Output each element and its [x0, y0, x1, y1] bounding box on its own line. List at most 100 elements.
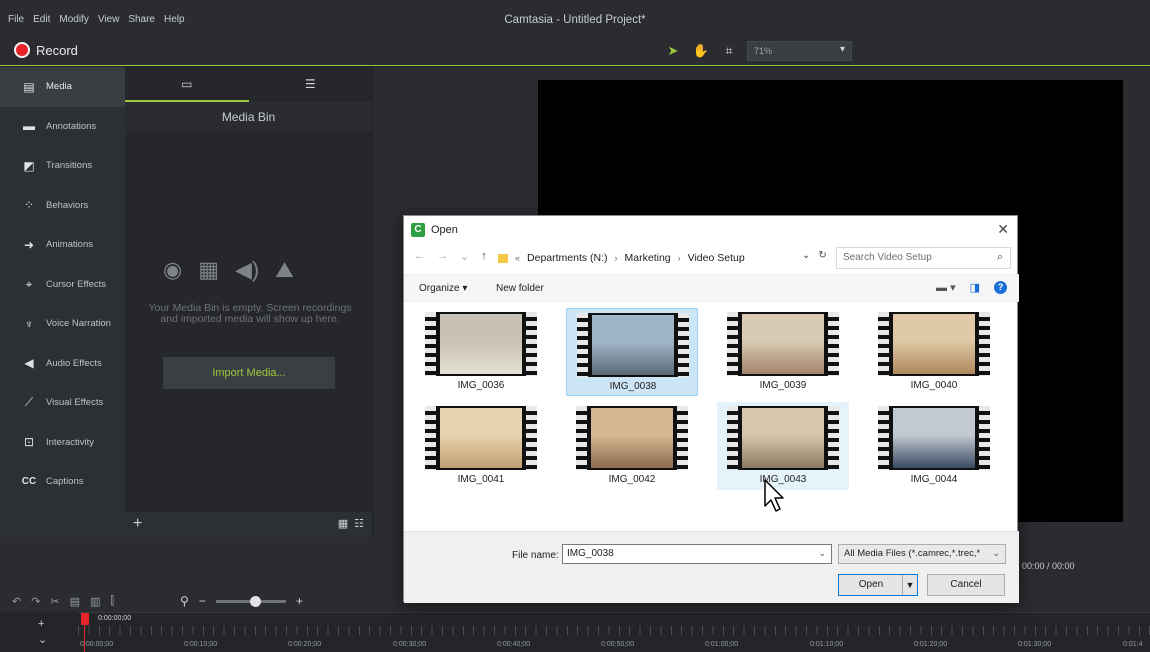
- file-type-select[interactable]: All Media Files (*.camrec,*.trec,* ⌄: [838, 544, 1006, 564]
- sidebar-item-transitions[interactable]: ◩ Transitions: [0, 146, 125, 186]
- file-item[interactable]: IMG_0038: [566, 308, 698, 396]
- breadcrumb-item-video-setup[interactable]: Video Setup: [688, 252, 745, 264]
- file-grid: IMG_0036 IMG_0038 IMG_0039 IMG_0040 IMG_0041…: [412, 306, 1012, 528]
- back-arrow-icon[interactable]: ←: [414, 250, 425, 263]
- sidebar-item-annotations[interactable]: ▬ Annotations: [0, 107, 125, 147]
- organize-button[interactable]: Organize ▾: [419, 283, 467, 294]
- sidebar-item-captions[interactable]: CC Captions: [0, 462, 125, 502]
- list-view-icon[interactable]: ☷: [354, 517, 364, 530]
- sidebar-item-animations[interactable]: ➜ Animations: [0, 225, 125, 265]
- film-strip-icon: ▭: [181, 77, 193, 91]
- library-list-icon: ☰: [304, 77, 316, 91]
- file-item[interactable]: IMG_0041: [415, 402, 547, 490]
- record-button[interactable]: Record: [14, 42, 78, 58]
- sidebar-item-media[interactable]: ▤ Media: [0, 67, 125, 107]
- tab-media-bin[interactable]: ▭: [125, 67, 249, 102]
- sidebar-item-behaviors[interactable]: ⁘ Behaviors: [0, 186, 125, 226]
- tab-library[interactable]: ☰: [249, 67, 373, 102]
- sidebar-item-voice-narration[interactable]: ♆ Voice Narration: [0, 304, 125, 344]
- sidebar-item-label: Voice Narration: [46, 318, 111, 330]
- time-ruler[interactable]: 0:00:00;00 0:00:00;00 0:00:10;00 0:00:20…: [78, 612, 1150, 652]
- ruler-label: 0:01:30;00: [1018, 641, 1052, 648]
- add-track-icon[interactable]: +: [18, 616, 47, 632]
- pointer-arrow-icon[interactable]: ➤: [663, 41, 683, 61]
- folder-icon: [498, 253, 508, 263]
- chevron-down-icon[interactable]: ⌄: [818, 548, 826, 559]
- open-button[interactable]: Open ▼: [838, 574, 918, 596]
- file-item[interactable]: IMG_0044: [868, 402, 1000, 490]
- recent-chevron-icon[interactable]: ⌄: [460, 250, 469, 263]
- thumbnail-image: [440, 314, 522, 374]
- cut-icon[interactable]: ✂: [50, 595, 59, 608]
- thumbnail-image: [440, 408, 522, 468]
- file-item[interactable]: IMG_0040: [868, 308, 1000, 396]
- film-perforation: [878, 312, 891, 376]
- zoom-dropdown[interactable]: 71% ▾: [747, 41, 852, 61]
- preview-pane-icon[interactable]: ◨: [970, 281, 980, 294]
- sidebar-item-label: Animations: [46, 239, 93, 251]
- ruler-label: 0:01:4: [1123, 641, 1143, 648]
- split-icon[interactable]: ⫿: [110, 595, 114, 608]
- zoom-slider-handle[interactable]: [249, 595, 261, 607]
- video-thumbnail: [577, 313, 689, 377]
- sidebar-item-label: Annotations: [46, 120, 97, 132]
- forward-arrow-icon[interactable]: →: [437, 250, 448, 263]
- sidebar-item-visual-effects[interactable]: ⟋ Visual Effects: [0, 383, 125, 423]
- track-controls: + ⌄: [18, 616, 47, 648]
- paste-icon[interactable]: ▥: [90, 595, 100, 608]
- chevron-down-icon[interactable]: ⌄: [18, 632, 47, 648]
- transition-icon: ◩: [23, 158, 35, 173]
- sidebar-item-interactivity[interactable]: ⊡ Interactivity: [0, 423, 125, 463]
- hand-pan-icon[interactable]: ✋: [691, 41, 711, 61]
- chevron-down-icon[interactable]: ⌄: [802, 250, 810, 261]
- zoom-in-icon[interactable]: +: [296, 594, 303, 608]
- import-media-button[interactable]: Import Media...: [163, 357, 335, 389]
- record-label: Record: [36, 42, 78, 58]
- redo-icon[interactable]: ↷: [31, 595, 40, 608]
- crop-icon[interactable]: ⌗: [719, 41, 739, 61]
- close-icon[interactable]: ✕: [997, 221, 1009, 238]
- file-item[interactable]: IMG_0036: [415, 308, 547, 396]
- open-split-arrow[interactable]: ▼: [902, 575, 917, 595]
- dialog-footer: File name: IMG_0038 ⌄ All Media Files (*…: [404, 531, 1019, 603]
- thumbnail-image: [893, 408, 975, 468]
- file-item[interactable]: IMG_0043: [717, 402, 849, 490]
- help-icon[interactable]: ?: [994, 281, 1007, 294]
- breadcrumb-item-departments[interactable]: Departments (N:): [527, 252, 608, 264]
- sidebar-item-audio-effects[interactable]: ◀ Audio Effects: [0, 344, 125, 384]
- file-item[interactable]: IMG_0042: [566, 402, 698, 490]
- interactivity-icon: ⊡: [23, 435, 35, 450]
- media-bin-panel: ▭ ☰ Media Bin ◉ ▦ ◀) ⛰ Your Media Bin is…: [125, 67, 372, 537]
- sidebar-item-label: Transitions: [46, 160, 93, 172]
- plus-icon[interactable]: +: [133, 515, 142, 533]
- file-item[interactable]: IMG_0039: [717, 308, 849, 396]
- zoom-out-icon[interactable]: −: [199, 594, 206, 608]
- sidebar-item-cursor-effects[interactable]: ⌖ Cursor Effects: [0, 265, 125, 305]
- captions-icon: CC: [21, 476, 37, 488]
- sidebar-item-label: Interactivity: [46, 436, 95, 448]
- view-mode-icon[interactable]: ▬ ▾: [936, 281, 956, 294]
- undo-icon[interactable]: ↶: [12, 595, 21, 608]
- sidebar-item-label: Behaviors: [46, 199, 89, 211]
- chevron-left-double-icon: «: [515, 253, 521, 263]
- magnifier-icon: ⚲: [180, 594, 189, 608]
- search-input[interactable]: Search Video Setup ⌕: [836, 247, 1011, 269]
- ruler-label: 0:00:30;00: [393, 641, 427, 648]
- refresh-icon[interactable]: ↻: [818, 250, 826, 261]
- ruler-label: 0:00:10;00: [184, 641, 218, 648]
- video-thumbnail: [878, 312, 990, 376]
- up-arrow-icon[interactable]: ↑: [481, 250, 487, 263]
- timeline: + ⌄ 0:00:00;00 0:00:00;00 0:00:10;00 0:0…: [0, 612, 1150, 652]
- film-strip-icon: ▤: [23, 79, 35, 94]
- breadcrumb-item-marketing[interactable]: Marketing: [625, 252, 671, 264]
- breadcrumb[interactable]: « Departments (N:) › Marketing › Video S…: [498, 248, 834, 268]
- cancel-button[interactable]: Cancel: [927, 574, 1005, 596]
- file-name-input[interactable]: IMG_0038 ⌄: [562, 544, 832, 564]
- new-folder-button[interactable]: New folder: [496, 283, 544, 294]
- film-perforation: [727, 312, 740, 376]
- zoom-slider[interactable]: [215, 595, 286, 607]
- film-perforation: [727, 406, 740, 470]
- audio-speaker-icon: ◀): [235, 257, 260, 282]
- grid-view-icon[interactable]: ▦: [338, 517, 348, 530]
- copy-icon[interactable]: ▤: [70, 595, 80, 608]
